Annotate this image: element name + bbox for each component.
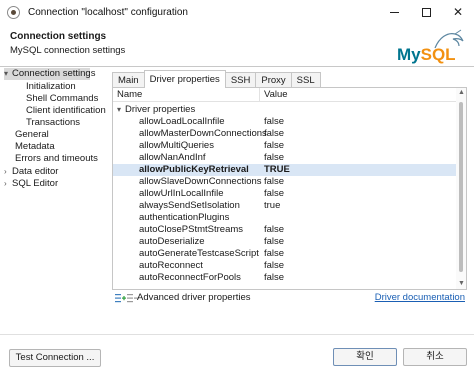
property-group-row[interactable]: ▾ Driver properties <box>113 104 195 116</box>
chevron-right-icon: › <box>4 167 7 176</box>
mysql-logo: MySQL <box>397 29 464 64</box>
scrollbar-thumb[interactable] <box>459 102 463 272</box>
header-title: Connection settings <box>10 31 107 42</box>
properties-toolbar: Advanced driver properties Driver docume… <box>112 291 467 305</box>
cancel-button[interactable]: 취소 <box>403 348 467 366</box>
table-row-selected[interactable]: allowPublicKeyRetrieval TRUE <box>113 164 457 176</box>
table-row[interactable]: authenticationPlugins <box>113 212 457 224</box>
tab-bar: Main Driver properties SSH Proxy SSL <box>112 70 321 88</box>
advanced-properties-label: Advanced driver properties <box>137 292 251 303</box>
title-bar: Connection "localhost" configuration ✕ <box>0 0 474 24</box>
driver-properties-panel: Name Value ▾ Driver properties allowLoadL… <box>112 87 467 290</box>
settings-tree: ▾ Connection settings Initialization Shel… <box>0 67 110 297</box>
table-row[interactable]: allowMultiQueries false <box>113 140 457 152</box>
close-icon: ✕ <box>452 5 464 19</box>
tab-main[interactable]: Main <box>112 72 145 88</box>
table-row[interactable]: alwaysSendSetIsolation true <box>113 200 457 212</box>
table-row[interactable]: autoDeserialize false <box>113 236 457 248</box>
header-subtitle: MySQL connection settings <box>10 45 126 56</box>
column-header-name[interactable]: Name <box>117 89 142 100</box>
tree-item-general[interactable]: General <box>15 129 49 141</box>
tab-ssl[interactable]: SSL <box>290 72 321 88</box>
column-header-value[interactable]: Value <box>264 89 288 100</box>
table-row[interactable]: autoReconnectForPools false <box>113 272 457 284</box>
dialog-header: Connection settings MySQL connection set… <box>0 24 474 66</box>
dialog-footer: Test Connection ... 확인 취소 <box>0 340 474 377</box>
chevron-down-icon: ▾ <box>4 69 9 78</box>
table-row[interactable]: autoGenerateTestcaseScript false <box>113 248 457 260</box>
vertical-scrollbar[interactable]: ▲ ▼ <box>456 88 466 289</box>
table-row[interactable]: autoReconnect false <box>113 260 457 272</box>
window-title: Connection "localhost" configuration <box>28 6 188 18</box>
add-property-icon[interactable] <box>115 293 126 303</box>
table-row[interactable]: allowLoadLocalInfile false <box>113 116 457 128</box>
close-button[interactable]: ✕ <box>442 0 474 24</box>
footer-divider <box>0 334 474 335</box>
maximize-icon <box>421 7 431 17</box>
tab-ssh[interactable]: SSH <box>224 72 257 88</box>
chevron-down-icon: ▾ <box>117 105 122 114</box>
scroll-down-icon[interactable]: ▼ <box>458 280 465 287</box>
minimize-icon <box>389 11 399 13</box>
table-row[interactable]: allowSlaveDownConnections false <box>113 176 457 188</box>
tree-item-metadata[interactable]: Metadata <box>15 141 55 153</box>
table-row[interactable]: allowUrlInLocalInfile false <box>113 188 457 200</box>
chevron-right-icon: › <box>4 179 7 188</box>
tree-item-initialization[interactable]: Initialization <box>26 81 76 93</box>
tab-driver-properties[interactable]: Driver properties <box>143 70 226 88</box>
minimize-button[interactable] <box>378 0 410 24</box>
tree-item-errors-and-timeouts[interactable]: Errors and timeouts <box>15 153 98 165</box>
driver-documentation-link[interactable]: Driver documentation <box>375 292 465 303</box>
mysql-logo-text: MySQL <box>397 45 456 64</box>
window-controls: ✕ <box>378 0 474 24</box>
dbeaver-app-icon <box>7 5 20 19</box>
tab-proxy[interactable]: Proxy <box>255 72 292 88</box>
tree-item-data-editor[interactable]: › Data editor <box>4 166 58 178</box>
tree-item-shell-commands[interactable]: Shell Commands <box>26 93 98 105</box>
column-separator <box>259 88 260 102</box>
ok-button[interactable]: 확인 <box>333 348 397 366</box>
tree-item-transactions[interactable]: Transactions <box>26 117 80 129</box>
tree-item-connection-settings[interactable]: ▾ Connection settings <box>4 68 95 80</box>
maximize-button[interactable] <box>410 0 442 24</box>
tree-item-sql-editor[interactable]: › SQL Editor <box>4 178 58 190</box>
scroll-up-icon[interactable]: ▲ <box>458 89 465 96</box>
tree-item-client-identification[interactable]: Client identification <box>26 105 106 117</box>
test-connection-button[interactable]: Test Connection ... <box>9 349 101 367</box>
table-header: Name Value <box>113 88 457 102</box>
table-row[interactable]: allowNanAndInf false <box>113 152 457 164</box>
table-row[interactable]: allowMasterDownConnections false <box>113 128 457 140</box>
table-row[interactable]: autoClosePStmtStreams false <box>113 224 457 236</box>
